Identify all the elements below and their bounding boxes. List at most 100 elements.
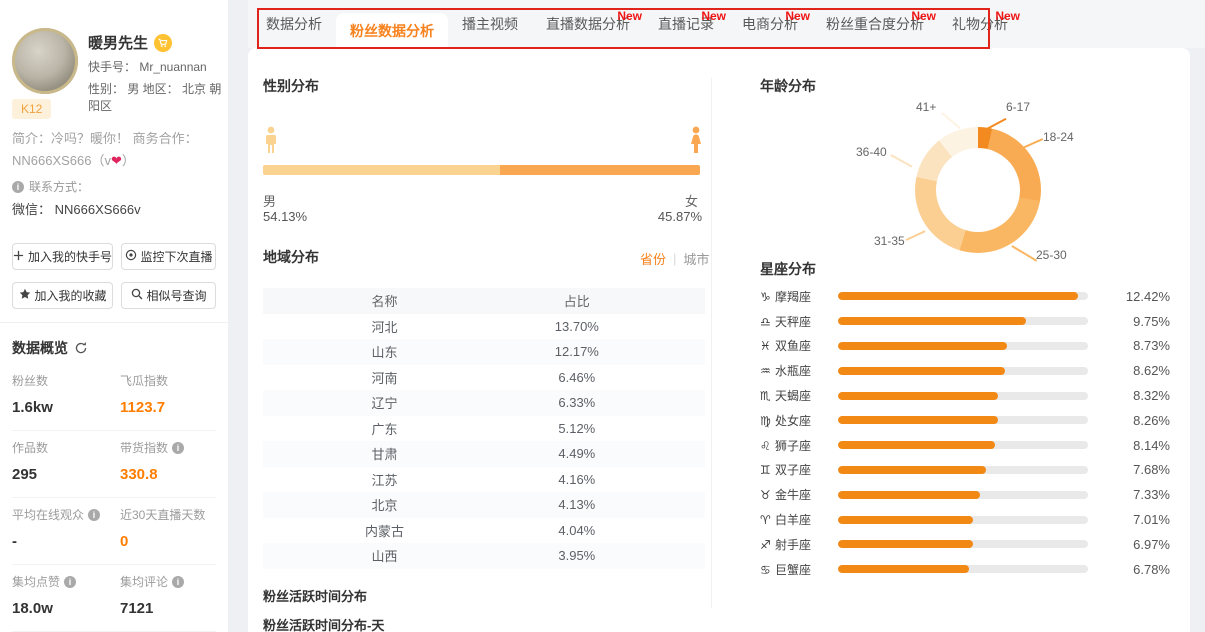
zodiac-bar-track	[838, 392, 1088, 400]
tab-7[interactable]: 礼物分析New	[938, 0, 1022, 48]
zodiac-icon: ♒	[760, 364, 775, 378]
tab-3[interactable]: 直播数据分析New	[532, 0, 644, 48]
new-badge: New	[617, 9, 642, 23]
zodiac-icon: ♉	[760, 488, 775, 502]
new-badge: New	[995, 9, 1020, 23]
age-leader-line	[1012, 245, 1038, 261]
stat-row: 平均在线观众 i-近30天直播天数0	[12, 497, 216, 564]
gender-region: 性别： 男 地区： 北京 朝阳区	[88, 80, 228, 114]
zodiac-percent: 7.01%	[1088, 512, 1170, 527]
tab-1[interactable]: 粉丝数据分析	[336, 13, 448, 48]
new-badge: New	[701, 9, 726, 23]
zodiac-icon: ♐	[760, 538, 775, 552]
gender-section-title: 性别分布	[263, 76, 319, 96]
overview-stats: 粉丝数1.6kw飞瓜指数1123.7作品数295带货指数 i330.8平均在线观…	[12, 364, 216, 632]
age-leader-line	[891, 154, 913, 167]
zodiac-percent: 8.62%	[1088, 363, 1170, 378]
tab-2[interactable]: 播主视频	[448, 0, 532, 48]
stat-cell: 飞瓜指数1123.7	[120, 372, 216, 416]
cart-icon	[154, 34, 172, 52]
zodiac-bar-track	[838, 292, 1088, 300]
zodiac-bar-fill	[838, 392, 998, 400]
grade-badge: K12	[12, 99, 51, 119]
refresh-icon[interactable]	[74, 341, 88, 355]
stat-cell: 近30天直播天数0	[120, 506, 216, 550]
zodiac-bar-track	[838, 466, 1088, 474]
age-section-title: 年龄分布	[760, 76, 816, 96]
age-label-25-30: 25-30	[1036, 248, 1067, 262]
star-icon	[19, 288, 31, 303]
zodiac-icon: ♈	[760, 513, 775, 527]
male-bar-segment	[263, 165, 500, 175]
zodiac-section-title: 星座分布	[760, 259, 816, 279]
male-percent: 54.13%	[263, 209, 307, 224]
tab-0[interactable]: 数据分析	[252, 0, 336, 48]
age-label-31-35: 31-35	[874, 234, 905, 248]
zodiac-percent: 6.97%	[1088, 537, 1170, 552]
region-table-header: 名称 占比	[263, 288, 705, 314]
zodiac-percent: 8.32%	[1088, 388, 1170, 403]
profile-sidebar: 暖男先生 快手号： Mr_nuannan 性别： 男 地区： 北京 朝阳区 K1…	[0, 0, 228, 632]
zodiac-percent: 6.78%	[1088, 562, 1170, 577]
wechat-id: 微信： NN666XS666v	[12, 199, 141, 218]
info-icon: i	[172, 442, 184, 454]
sidebar-button-3[interactable]: 相似号查询	[121, 282, 216, 309]
sidebar-button-0[interactable]: 加入我的快手号	[12, 243, 113, 270]
age-leader-line	[942, 112, 961, 129]
zodiac-row-10: ♐射手座6.97%	[760, 532, 1170, 557]
female-icon	[688, 126, 704, 159]
zodiac-bar-fill	[838, 317, 1026, 325]
zodiac-bar-track	[838, 317, 1088, 325]
gender-ratio-bar	[263, 165, 700, 175]
zodiac-bar-track	[838, 416, 1088, 424]
table-row: 山东12.17%	[263, 339, 705, 365]
sidebar-button-2[interactable]: 加入我的收藏	[12, 282, 113, 309]
avatar[interactable]	[12, 28, 78, 94]
zodiac-row-9: ♈白羊座7.01%	[760, 507, 1170, 532]
zodiac-percent: 8.73%	[1088, 338, 1170, 353]
age-leader-line	[906, 230, 926, 240]
table-row: 辽宁6.33%	[263, 390, 705, 416]
zodiac-percent: 7.33%	[1088, 487, 1170, 502]
table-row: 江苏4.16%	[263, 467, 705, 493]
table-row: 山西3.95%	[263, 543, 705, 569]
zodiac-row-2: ♓双鱼座8.73%	[760, 334, 1170, 359]
action-buttons: 加入我的快手号监控下次直播加入我的收藏相似号查询	[12, 243, 216, 309]
plus-icon	[13, 250, 24, 264]
table-row: 河南6.46%	[263, 365, 705, 391]
overview-title: 数据概览	[12, 338, 68, 358]
zodiac-bar-track	[838, 565, 1088, 573]
column-divider	[711, 78, 712, 608]
tab-5[interactable]: 电商分析New	[728, 0, 812, 48]
tab-4[interactable]: 直播记录New	[644, 0, 728, 48]
sidebar-button-1[interactable]: 监控下次直播	[121, 243, 216, 270]
donut-hole	[936, 148, 1020, 232]
monitor-icon	[125, 249, 137, 264]
zodiac-row-0: ♑摩羯座12.42%	[760, 284, 1170, 309]
zodiac-bar-fill	[838, 441, 995, 449]
toggle-province[interactable]: 省份	[640, 249, 666, 268]
zodiac-percent: 9.75%	[1088, 314, 1170, 329]
stat-cell: 集均评论 i7121	[120, 573, 216, 617]
stat-cell: 平均在线观众 i-	[12, 506, 120, 550]
zodiac-bar-list: ♑摩羯座12.42%♎天秤座9.75%♓双鱼座8.73%♒水瓶座8.62%♏天蝎…	[760, 284, 1170, 582]
zodiac-row-7: ♊双子座7.68%	[760, 458, 1170, 483]
zodiac-percent: 12.42%	[1088, 289, 1170, 304]
info-icon: i	[172, 576, 184, 588]
table-row: 甘肃4.49%	[263, 441, 705, 467]
zodiac-bar-fill	[838, 342, 1007, 350]
age-label-41+: 41+	[916, 100, 936, 114]
zodiac-row-1: ♎天秤座9.75%	[760, 309, 1170, 334]
toggle-city[interactable]: 城市	[683, 249, 709, 268]
zodiac-bar-fill	[838, 491, 980, 499]
zodiac-bar-fill	[838, 292, 1078, 300]
zodiac-bar-track	[838, 367, 1088, 375]
zodiac-row-6: ♌狮子座8.14%	[760, 433, 1170, 458]
age-label-36-40: 36-40	[856, 145, 887, 159]
tab-6[interactable]: 粉丝重合度分析New	[812, 0, 938, 48]
male-label: 男	[263, 191, 276, 210]
profile-name: 暖男先生	[88, 32, 148, 53]
table-row: 河北13.70%	[263, 314, 705, 340]
zodiac-row-11: ♋巨蟹座6.78%	[760, 557, 1170, 582]
stat-row: 集均点赞 i18.0w集均评论 i7121	[12, 564, 216, 631]
